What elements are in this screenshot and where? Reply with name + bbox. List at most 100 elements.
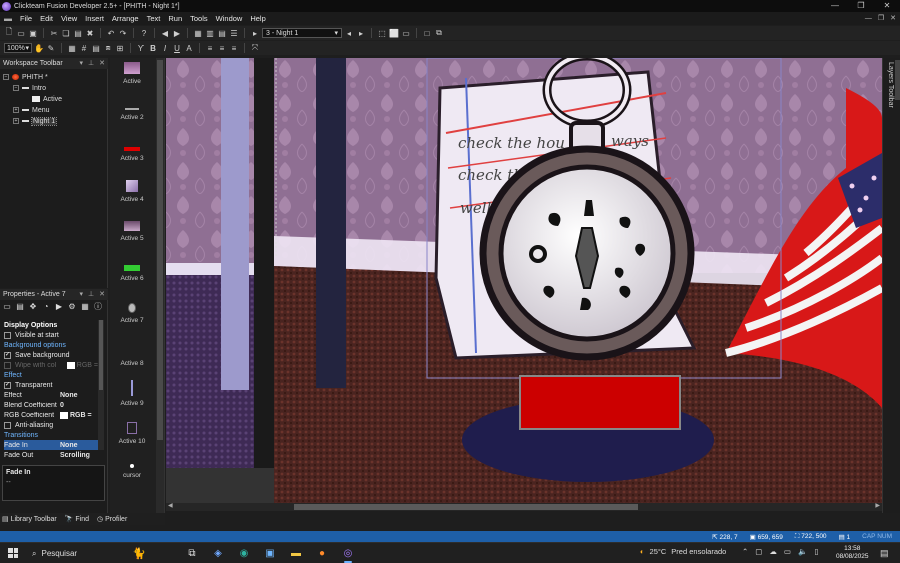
align-icon[interactable]: ▤ (91, 43, 101, 53)
cloud-icon[interactable]: ☁ (769, 547, 777, 556)
tray-app-icon[interactable]: ▢ (755, 547, 762, 556)
frame-selector[interactable]: 3 - Night 1 ▾ (262, 28, 342, 38)
save-icon[interactable]: ▣ (28, 28, 38, 38)
close-icon[interactable]: ✕ (99, 289, 105, 300)
zoom-select[interactable]: 100% ▾ (4, 43, 32, 53)
close-icon[interactable]: ✕ (99, 58, 105, 69)
property-anti-aliasing[interactable]: Anti-aliasing (4, 420, 98, 430)
collapse-icon[interactable]: − (3, 74, 9, 80)
events-tab-icon[interactable]: ▶ (54, 302, 64, 312)
task-view-icon[interactable]: ⧉ (184, 546, 200, 561)
property-fade-out[interactable]: Fade Out Scrolling (4, 450, 98, 460)
underline-icon[interactable]: U (172, 43, 182, 53)
copilot-icon[interactable]: ◈ (210, 546, 226, 561)
next-frame-icon[interactable]: ▸ (356, 28, 366, 38)
shelf-item-active-7[interactable]: Active 7 (110, 303, 154, 324)
mdi-restore-button[interactable]: ❐ (878, 12, 884, 25)
shelf-scrollbar[interactable] (156, 58, 164, 513)
tree-item-menu[interactable]: + Menu (13, 105, 50, 115)
tab-library-toolbar[interactable]: ▤ Library Toolbar (2, 515, 57, 523)
property-blend-coefficient[interactable]: Blend Coefficient 0 (4, 400, 98, 410)
shelf-item-active-3[interactable]: Active 3 (110, 147, 154, 162)
firefox-icon[interactable]: ● (314, 546, 330, 561)
menu-file[interactable]: File (16, 12, 36, 25)
event-editor-icon[interactable]: ▤ (217, 28, 227, 38)
checkbox-unchecked[interactable] (4, 361, 11, 369)
checkbox-checked[interactable]: ✓ (4, 351, 11, 359)
redo-icon[interactable]: ↷ (118, 28, 128, 38)
zoom-area-icon[interactable]: ⬜ (389, 28, 399, 38)
text-color-icon[interactable]: A (184, 43, 194, 53)
property-effect[interactable]: Effect None (4, 390, 98, 400)
scrollbar-thumb[interactable] (157, 60, 163, 440)
maximize-button[interactable]: ❐ (848, 0, 874, 12)
shelf-item-active-9[interactable]: Active 9 (110, 380, 154, 407)
pin-icon[interactable]: ⊥ (88, 58, 94, 69)
pin-icon[interactable]: ⊥ (88, 289, 94, 300)
checkbox-checked[interactable]: ✓ (4, 381, 11, 389)
menu-arrange[interactable]: Arrange (108, 12, 143, 25)
settings-tab-icon[interactable]: ▭ (2, 302, 12, 312)
tree-item-intro[interactable]: − Intro (13, 83, 46, 93)
scrollbar-thumb[interactable] (294, 504, 638, 510)
help-icon[interactable]: ? (139, 28, 149, 38)
color-swatch[interactable] (66, 361, 75, 369)
battery-icon[interactable]: ▯ (814, 547, 818, 556)
property-save-background[interactable]: ✓ Save background (4, 350, 98, 360)
frame-editor[interactable]: check the hou ways check the oo well i (166, 58, 882, 503)
chevron-up-icon[interactable]: ⌃ (742, 547, 748, 556)
checkbox-unchecked[interactable] (4, 331, 11, 339)
open-icon[interactable]: ▭ (16, 28, 26, 38)
property-transparent[interactable]: ✓ Transparent (4, 380, 98, 390)
event-list-icon[interactable]: ☰ (229, 28, 239, 38)
menu-view[interactable]: View (57, 12, 81, 25)
dropdown-icon[interactable]: ▾ (80, 289, 84, 300)
tree-item-night-1[interactable]: + Night 1 (13, 116, 58, 126)
forward-icon[interactable]: ▶ (172, 28, 182, 38)
select-icon[interactable]: ⬚ (377, 28, 387, 38)
property-visible-at-start[interactable]: Visible at start (4, 330, 98, 340)
order-icon[interactable]: ⧈ (103, 43, 113, 53)
tree-item-active[interactable]: Active (32, 94, 62, 104)
close-button[interactable]: ✕ (874, 0, 900, 12)
taskbar-clock[interactable]: 13:58 08/08/2025 (836, 545, 869, 561)
notifications-icon[interactable]: ▤ (880, 548, 889, 559)
mdi-minimize-button[interactable]: — (865, 12, 872, 25)
cut-icon[interactable]: ✂ (49, 28, 59, 38)
prev-frame-icon[interactable]: ◂ (344, 28, 354, 38)
menu-window[interactable]: Window (212, 12, 247, 25)
menu-edit[interactable]: Edit (36, 12, 57, 25)
property-wipe-with-color[interactable]: Wipe with col RGB = (4, 360, 98, 370)
file-explorer-icon[interactable]: ▬ (288, 546, 304, 561)
copy-icon[interactable]: ❏ (61, 28, 71, 38)
dropdown-icon[interactable]: ▾ (80, 58, 84, 69)
shelf-item-active-2[interactable]: Active 2 (110, 108, 154, 121)
property-fade-in[interactable]: Fade In None (4, 440, 98, 450)
storyboard-icon[interactable]: ▦ (193, 28, 203, 38)
minimize-button[interactable]: — (822, 0, 848, 12)
align-right-icon[interactable]: ≡ (229, 43, 239, 53)
display-tab-icon[interactable]: ▤ (15, 302, 25, 312)
tab-find[interactable]: 🔭 Find (65, 515, 89, 523)
size-tab-icon[interactable]: ✥ (28, 302, 38, 312)
edge-icon[interactable]: ◉ (236, 546, 252, 561)
menu-help[interactable]: Help (246, 12, 269, 25)
frame-editor-icon[interactable]: ▥ (205, 28, 215, 38)
frame-canvas[interactable]: check the hou ways check the oo well i (166, 58, 882, 503)
property-rgb-coefficient[interactable]: RGB Coefficient RGB = (4, 410, 98, 420)
expand-icon[interactable]: + (13, 118, 19, 124)
delete-icon[interactable]: ✖ (85, 28, 95, 38)
collapse-icon[interactable]: − (13, 85, 19, 91)
new-icon[interactable]: 🗋 (4, 27, 14, 38)
run-frame-icon[interactable]: ▸ (250, 28, 260, 38)
store-icon[interactable]: ▣ (262, 546, 278, 561)
system-menu-icon[interactable]: ▬ (4, 14, 16, 23)
taskbar-search[interactable]: ⌕ Pesquisar 🐈 (28, 546, 168, 561)
export-icon[interactable]: ⧉ (434, 28, 444, 38)
clickteam-fusion-taskbar-icon[interactable]: ◎ (340, 546, 356, 563)
bold-icon[interactable]: B (148, 43, 158, 53)
color-box-icon[interactable]: □ (422, 28, 432, 38)
italic-icon[interactable]: I (160, 43, 170, 53)
rectangle-icon[interactable]: ▭ (401, 28, 411, 38)
mdi-close-button[interactable]: ✕ (890, 12, 896, 25)
